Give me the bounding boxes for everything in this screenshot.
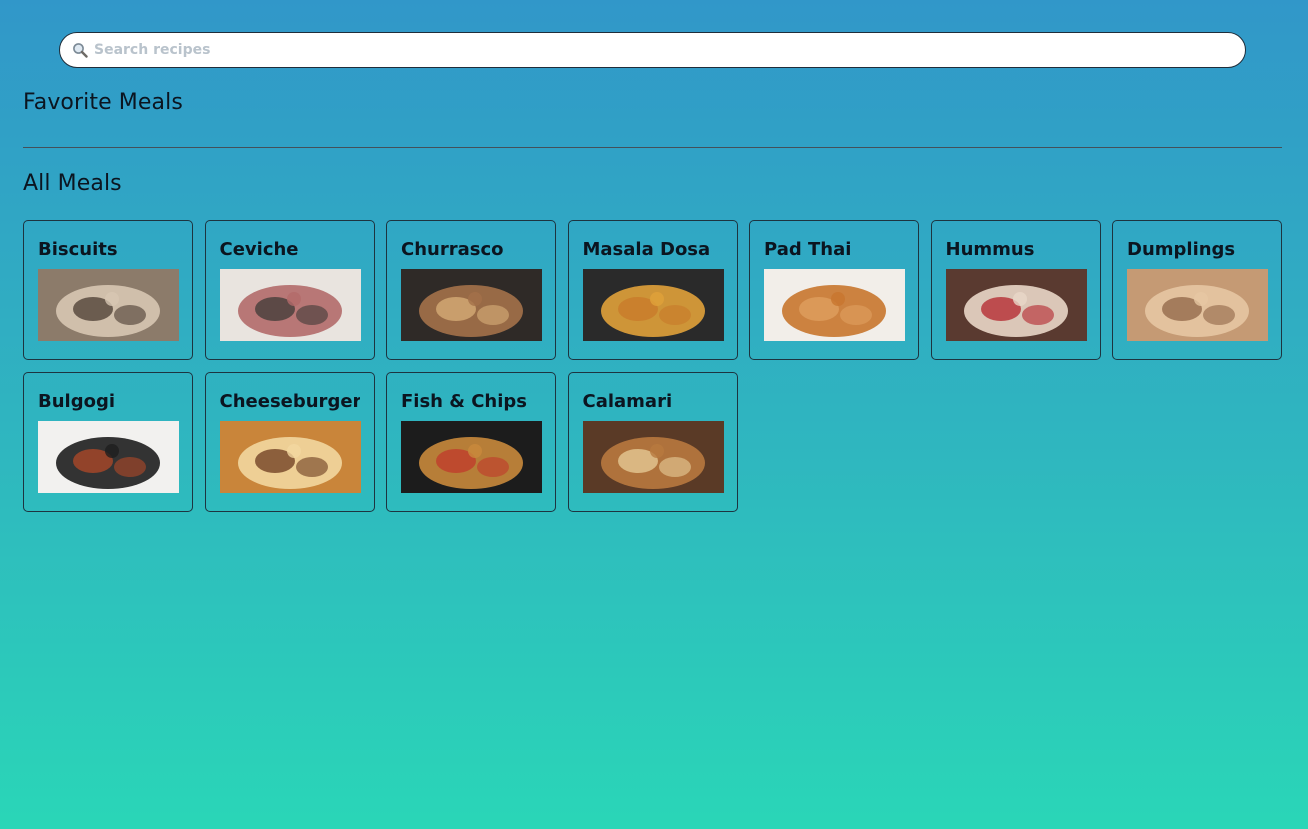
favorite-meals-heading: Favorite Meals — [23, 90, 183, 115]
meal-card[interactable]: Ceviche — [204, 220, 375, 360]
meal-card-title: Dumplings — [1127, 239, 1236, 260]
search-input[interactable] — [94, 35, 1245, 65]
meal-card-title: Calamari — [582, 391, 673, 412]
meal-card-title: Biscuits — [38, 239, 118, 260]
meal-card[interactable]: Masala Dosa — [567, 220, 738, 360]
meal-card-title: Ceviche — [219, 239, 299, 260]
meal-card-title: Hummus — [945, 239, 1035, 260]
meal-card[interactable]: Hummus — [930, 220, 1101, 360]
churrasco-photo — [401, 269, 542, 341]
meal-card[interactable]: Churrasco — [386, 220, 556, 360]
all-meals-heading: All Meals — [23, 171, 122, 196]
meal-card[interactable]: Dumplings — [1112, 220, 1282, 360]
meal-card-title: Cheeseburger — [219, 391, 360, 412]
fish-and-chips-photo — [401, 421, 542, 493]
meal-card-title: Bulgogi — [38, 391, 116, 412]
ceviche-photo — [219, 269, 361, 341]
meal-card[interactable]: Calamari — [567, 372, 738, 512]
meal-card-title: Masala Dosa — [582, 239, 711, 260]
dumplings-photo — [1127, 269, 1268, 341]
meal-card-title: Churrasco — [401, 239, 504, 260]
bulgogi-photo — [38, 421, 179, 493]
calamari-photo — [582, 421, 724, 493]
section-divider — [23, 147, 1282, 148]
meal-card-title: Pad Thai — [764, 239, 852, 260]
meal-card[interactable]: Fish & Chips — [386, 372, 556, 512]
masala-dosa-photo — [582, 269, 724, 341]
cheeseburger-photo — [219, 421, 361, 493]
hummus-photo — [945, 269, 1087, 341]
meal-card[interactable]: Cheeseburger — [204, 372, 375, 512]
magnifying-glass-icon — [71, 41, 89, 59]
meal-card-title: Fish & Chips — [401, 391, 528, 412]
meal-card[interactable]: Bulgogi — [23, 372, 193, 512]
meal-card[interactable]: Pad Thai — [749, 220, 919, 360]
search-bar[interactable] — [59, 32, 1246, 68]
meal-grid: Biscuits Ceviche Churrasco Masala Dosa Pad T… — [23, 220, 1283, 512]
pad-thai-photo — [764, 269, 905, 341]
biscuits-photo — [38, 269, 179, 341]
meal-card[interactable]: Biscuits — [23, 220, 193, 360]
